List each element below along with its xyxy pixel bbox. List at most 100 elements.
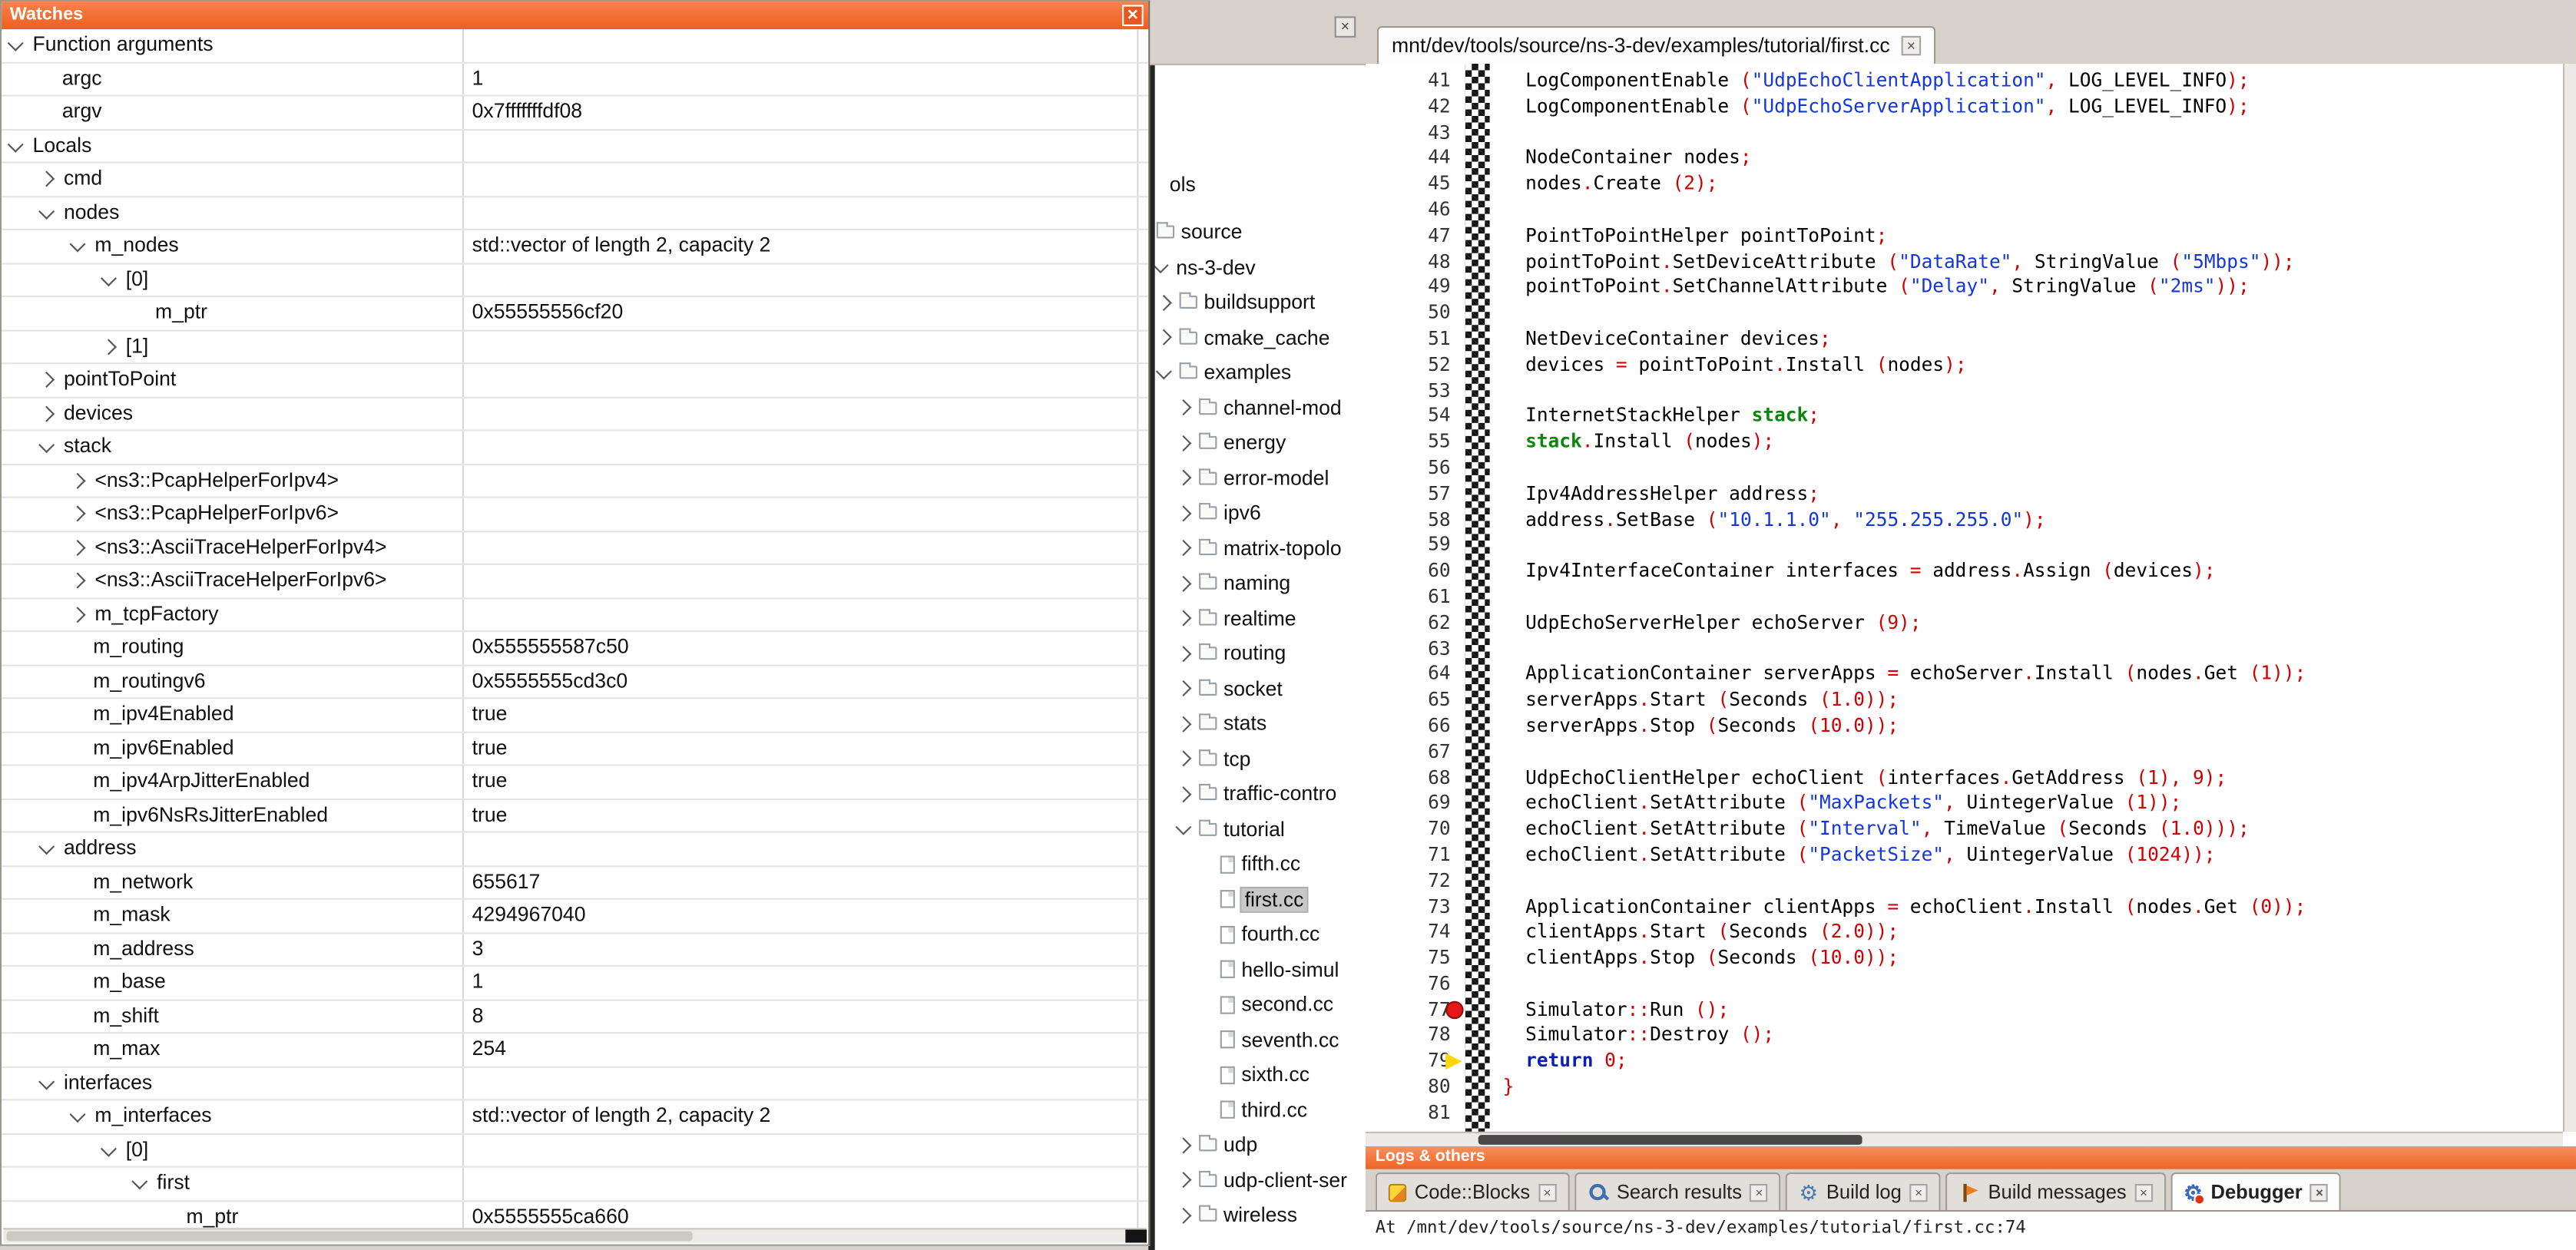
expand-icon[interactable] xyxy=(1175,505,1191,521)
collapse-icon[interactable] xyxy=(1175,819,1191,835)
code-line[interactable]: 71 echoClient.SetAttribute ("PacketSize"… xyxy=(1366,842,2563,868)
editor-vertical-scrollbar[interactable] xyxy=(2563,64,2576,1132)
watch-row[interactable]: [0] xyxy=(2,263,1148,297)
editor-horizontal-scrollbar[interactable] xyxy=(1366,1132,2563,1146)
code-line[interactable]: 81 xyxy=(1366,1100,2563,1126)
expand-icon[interactable] xyxy=(1175,575,1191,591)
watch-row[interactable]: m_ipv6Enabledtrue xyxy=(2,732,1148,766)
editor-tab-close-icon[interactable]: × xyxy=(1902,36,1922,56)
watches-close-icon[interactable]: ✕ xyxy=(1122,5,1144,26)
logs-tab-debugger[interactable]: ⚙Debugger× xyxy=(2170,1172,2342,1210)
logs-title-bar[interactable]: Logs & others xyxy=(1366,1146,2576,1169)
tree-item[interactable]: channel-mod xyxy=(1155,390,1366,425)
collapse-icon[interactable] xyxy=(38,438,55,454)
code-line[interactable]: 80} xyxy=(1366,1075,2563,1101)
collapse-icon[interactable] xyxy=(101,1140,117,1156)
watch-row[interactable]: Locals xyxy=(2,130,1148,164)
tree-item[interactable]: routing xyxy=(1155,636,1366,671)
watch-row[interactable]: nodes xyxy=(2,197,1148,230)
tree-item[interactable]: energy xyxy=(1155,425,1366,461)
tree-item[interactable]: stats xyxy=(1155,706,1366,742)
watch-row[interactable]: m_max254 xyxy=(2,1033,1148,1067)
collapse-icon[interactable] xyxy=(1156,363,1172,379)
watch-row[interactable]: [0] xyxy=(2,1134,1148,1168)
expand-icon[interactable] xyxy=(69,607,85,623)
watch-row[interactable]: m_address3 xyxy=(2,933,1148,967)
watch-row[interactable]: m_network655617 xyxy=(2,866,1148,900)
tree-item[interactable]: naming xyxy=(1155,566,1366,601)
logs-tab-build-messages[interactable]: Build messages× xyxy=(1945,1172,2166,1210)
code-line[interactable]: 63 xyxy=(1366,636,2563,662)
code-line[interactable]: 41 LogComponentEnable ("UdpEchoClientApp… xyxy=(1366,68,2563,94)
code-line[interactable]: 46 xyxy=(1366,197,2563,223)
logs-tab-close-icon[interactable]: × xyxy=(2310,1183,2328,1201)
management-close-icon[interactable]: × xyxy=(1335,16,1356,38)
code-line[interactable]: 50 xyxy=(1366,301,2563,327)
watch-row[interactable]: m_shift8 xyxy=(2,1000,1148,1034)
tree-item[interactable]: tcp xyxy=(1155,742,1366,777)
code-line[interactable]: 59 xyxy=(1366,533,2563,559)
expand-icon[interactable] xyxy=(1156,329,1172,346)
watch-row[interactable]: interfaces xyxy=(2,1067,1148,1101)
watch-row[interactable]: address xyxy=(2,833,1148,867)
code-line[interactable]: 62 UdpEchoServerHelper echoServer (9); xyxy=(1366,610,2563,637)
code-line[interactable]: 42 LogComponentEnable ("UdpEchoServerApp… xyxy=(1366,94,2563,121)
collapse-icon[interactable] xyxy=(69,1107,85,1123)
watch-row[interactable]: <ns3::AsciiTraceHelperForIpv4> xyxy=(2,531,1148,565)
tree-item[interactable]: socket xyxy=(1155,671,1366,706)
code-line[interactable]: 67 xyxy=(1366,739,2563,766)
collapse-icon[interactable] xyxy=(38,839,55,855)
expand-icon[interactable] xyxy=(1175,470,1191,486)
collapse-icon[interactable] xyxy=(8,35,24,51)
watches-resize-grip[interactable] xyxy=(1125,1229,1147,1242)
watches-title-bar[interactable]: Watches ✕ xyxy=(2,2,1148,29)
tree-item[interactable]: matrix-topolo xyxy=(1155,531,1366,566)
code-line[interactable]: 58 address.SetBase ("10.1.1.0", "255.255… xyxy=(1366,507,2563,533)
watch-row[interactable]: m_routing0x555555587c50 xyxy=(2,632,1148,666)
watch-row[interactable]: m_mask4294967040 xyxy=(2,900,1148,934)
code-line[interactable]: 73 ApplicationContainer clientApps = ech… xyxy=(1366,894,2563,920)
watch-row[interactable]: Function arguments xyxy=(2,29,1148,63)
code-line[interactable]: 56 xyxy=(1366,455,2563,481)
code-line[interactable]: 57 Ipv4AddressHelper address; xyxy=(1366,481,2563,508)
expand-icon[interactable] xyxy=(1175,610,1191,627)
watches-horizontal-scrollbar[interactable] xyxy=(3,1228,1147,1242)
code-line[interactable]: 43 xyxy=(1366,121,2563,147)
tree-item[interactable]: fifth.cc xyxy=(1155,847,1366,882)
collapse-icon[interactable] xyxy=(131,1174,147,1190)
watch-row[interactable]: argc1 xyxy=(2,63,1148,97)
watch-row[interactable]: m_ptr0x55555556cf20 xyxy=(2,297,1148,331)
editor-tab[interactable]: mnt/dev/tools/source/ns-3-dev/examples/t… xyxy=(1377,26,1935,65)
logs-tab-close-icon[interactable]: × xyxy=(1909,1183,1927,1201)
watch-row[interactable]: m_routingv60x5555555cd3c0 xyxy=(2,666,1148,699)
expand-icon[interactable] xyxy=(1175,680,1191,696)
watch-row[interactable]: cmd xyxy=(2,164,1148,197)
tree-item[interactable]: wireless xyxy=(1155,1198,1366,1233)
code-line[interactable]: 61 xyxy=(1366,584,2563,610)
expand-icon[interactable] xyxy=(1175,1172,1191,1189)
code-line[interactable]: 64 ApplicationContainer serverApps = ech… xyxy=(1366,662,2563,688)
tree-item[interactable]: cmake_cache xyxy=(1155,320,1366,355)
expand-icon[interactable] xyxy=(38,171,55,187)
logs-tab-close-icon[interactable]: × xyxy=(2134,1183,2152,1201)
code-area[interactable]: 41 LogComponentEnable ("UdpEchoClientApp… xyxy=(1366,64,2576,1146)
watch-row[interactable]: m_ipv4Enabledtrue xyxy=(2,699,1148,732)
watch-row[interactable]: first xyxy=(2,1168,1148,1202)
code-line[interactable]: 52 devices = pointToPoint.Install (nodes… xyxy=(1366,352,2563,379)
watch-row[interactable]: devices xyxy=(2,398,1148,432)
expand-icon[interactable] xyxy=(1175,435,1191,451)
expand-icon[interactable] xyxy=(69,539,85,555)
expand-icon[interactable] xyxy=(1175,1207,1191,1223)
watch-row[interactable]: m_ipv4ArpJitterEnabledtrue xyxy=(2,766,1148,799)
collapse-icon[interactable] xyxy=(101,270,117,286)
code-line[interactable]: 45 nodes.Create (2); xyxy=(1366,172,2563,198)
collapse-icon[interactable] xyxy=(8,136,24,152)
expand-icon[interactable] xyxy=(1175,400,1191,416)
tree-item[interactable]: realtime xyxy=(1155,601,1366,637)
code-line[interactable]: 66 serverApps.Stop (Seconds (10.0)); xyxy=(1366,713,2563,739)
expand-icon[interactable] xyxy=(1175,751,1191,767)
watch-row[interactable]: argv0x7fffffffdf08 xyxy=(2,96,1148,130)
code-line[interactable]: 69 echoClient.SetAttribute ("MaxPackets"… xyxy=(1366,791,2563,817)
logs-tab-close-icon[interactable]: × xyxy=(1538,1183,1556,1201)
code-line[interactable]: 48 pointToPoint.SetDeviceAttribute ("Dat… xyxy=(1366,250,2563,276)
